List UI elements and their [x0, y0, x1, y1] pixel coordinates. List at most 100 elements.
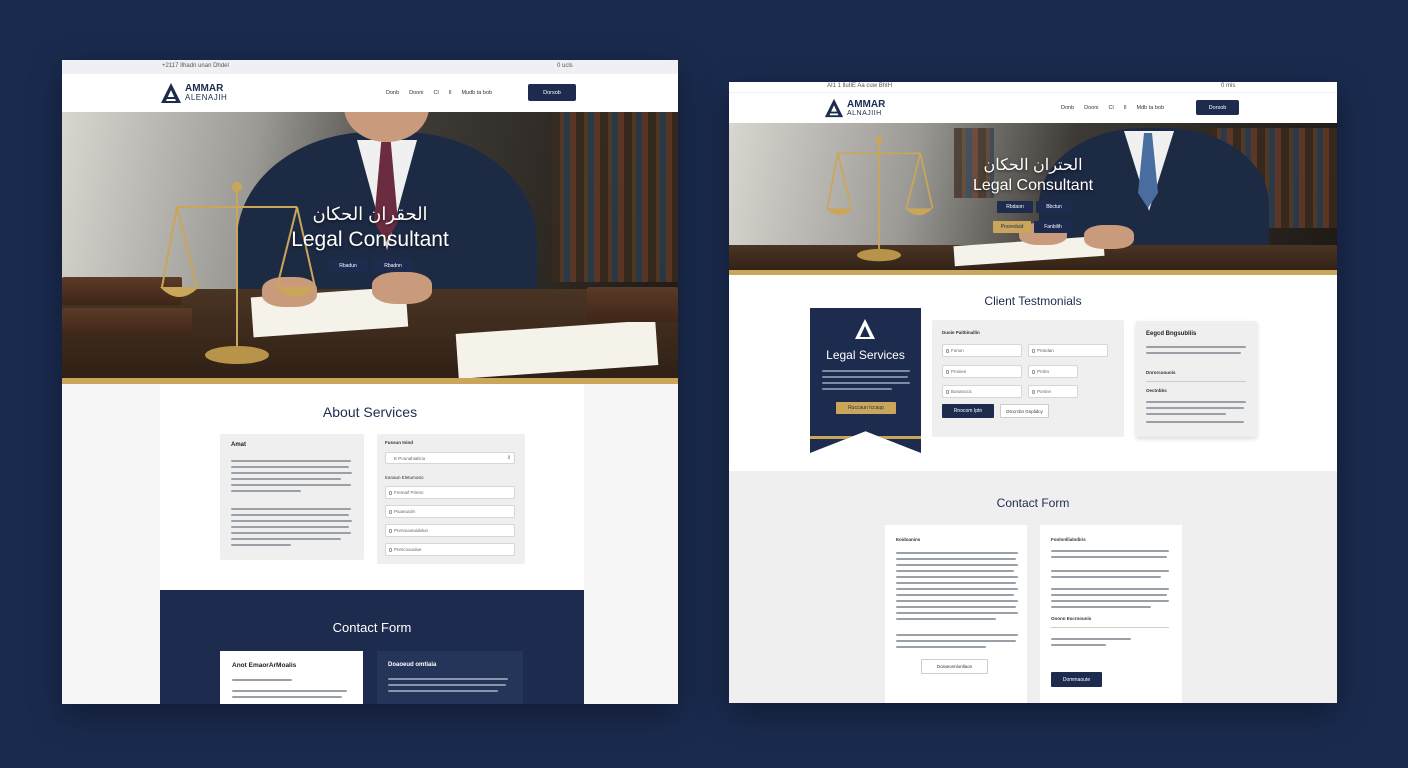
form-field[interactable]: Poninn — [1028, 385, 1078, 398]
contact-submit-button[interactable]: Dommaoute — [1051, 672, 1102, 687]
contact-card-button[interactable]: Doraeonnlonllaon — [921, 659, 988, 674]
website-mockup-left: +2117 Ilhadn unan Dhdel 0 ucls AMMAR ALE… — [62, 60, 678, 704]
hero-arabic-title: الحتران الحكان — [983, 157, 1083, 174]
contact-card-left: Anot EmaorArMoalis — [220, 651, 363, 704]
hero-button[interactable]: Rbdaon — [997, 201, 1033, 213]
field-icon — [389, 490, 392, 495]
topbar-right-text: 0 mis — [1221, 83, 1236, 89]
nav-cta-button[interactable]: Dorsob — [1196, 100, 1239, 115]
field-icon — [389, 528, 392, 533]
website-mockup-right: AI1 1 lluIIE Aa cuw BhIH 0 mis AMMAR ALN… — [729, 82, 1337, 703]
contact-section-title: Contact Form — [996, 496, 1070, 510]
field-icon — [1032, 348, 1035, 353]
topbar-right-text: 0 ucls — [557, 63, 573, 69]
hero-title: Legal Consultant — [291, 228, 449, 251]
hero-section: الحقران الحكان Legal Consultant Rbadun R… — [62, 112, 678, 384]
about-form-heading: Fussun Inind — [385, 440, 413, 445]
contact-card-right-heading: Doaoeud omtiaia — [388, 662, 437, 668]
banner-title: Legal Services — [826, 348, 905, 362]
contact-card-right-heading: Fonlnnllialndiris — [1051, 537, 1086, 542]
service-select[interactable]: E Pounahiatlcio ⇕ — [385, 452, 515, 464]
field-icon — [389, 547, 392, 552]
info-card-heading: Eegcd Bngsubliis — [1146, 331, 1197, 337]
hero-arabic-title: الحقران الحكان — [312, 204, 428, 224]
form-field[interactable]: Fonon — [942, 344, 1022, 357]
main-menu: Donb Dooni Cl Il Mudb ta bob — [386, 90, 492, 96]
logo-name-line2: ALENAJIH — [185, 93, 228, 102]
field-icon — [946, 348, 949, 353]
select-arrows-icon: ⇕ — [506, 455, 511, 461]
contact-section: Contact Form Anot EmaorArMoalis Doaoeud … — [160, 590, 584, 704]
menu-item[interactable]: Cl — [434, 90, 439, 96]
testimonial-info-card: Eegcd Bngsubliis Dnrorcuouois Oectnbbs — [1136, 321, 1257, 437]
hero-button-gold[interactable]: Pnoreduid — [993, 221, 1031, 233]
contact-card-right: Doaoeud omtiaia — [377, 651, 523, 704]
menu-item[interactable]: Donb — [386, 90, 399, 96]
form-field[interactable]: Prosien — [942, 365, 1022, 378]
hero-button[interactable]: Bbctun — [1036, 201, 1072, 213]
about-card-right: Fussun Inind E Pounahiatlcio ⇕ Eanaun El… — [377, 434, 525, 564]
navbar: AMMAR ALENAJIH Donb Dooni Cl Il Mudb ta … — [62, 74, 678, 112]
about-card-heading: Amat — [231, 442, 247, 448]
field-icon — [1032, 389, 1035, 394]
topbar-contact-text: AI1 1 lluIIE Aa cuw BhIH — [827, 83, 893, 89]
legal-services-banner: Legal Services Ruccaun Iccaup — [810, 308, 921, 453]
info-card-subheading: Dnrorcuouois — [1146, 370, 1176, 375]
top-info-bar: +2117 Ilhadn unan Dhdel 0 ucls — [62, 60, 678, 74]
field-icon — [946, 369, 949, 374]
contact-card-right: Fonlnnllialndiris Ooonn Escrnounis Domma… — [1040, 525, 1182, 703]
menu-item[interactable]: Dooni — [1084, 105, 1098, 111]
form-secondary-button[interactable]: Dtccrcbn Gnplidcy — [1000, 404, 1049, 418]
top-info-bar: AI1 1 lluIIE Aa cuw BhIH 0 mis — [729, 82, 1337, 92]
menu-item[interactable]: Il — [1124, 105, 1127, 111]
contact-card-left: Eoidoanins Doraeonnlonllaon — [885, 525, 1027, 703]
field-icon — [946, 389, 949, 394]
hero-button-secondary[interactable]: Rbadnn — [373, 259, 413, 272]
about-card-left: Amat — [220, 434, 364, 560]
menu-item[interactable]: Cl — [1109, 105, 1114, 111]
about-field[interactable]: Pnrnnuueuidelun — [385, 524, 515, 537]
navbar: AMMAR ALNAJIIH Donb Dooni Cl Il Mdb ta b… — [729, 92, 1337, 123]
hero-heading: الحقران الحكان Legal Consultant — [62, 204, 678, 252]
triangle-a-logo-icon — [824, 98, 844, 118]
site-logo[interactable]: AMMAR ALNAJIIH — [824, 98, 885, 118]
contact-card-heading: Anot EmaorArMoalis — [232, 662, 297, 669]
about-field[interactable]: Piuanuioln — [385, 505, 515, 518]
hero-button-primary[interactable]: Rbadun — [328, 259, 368, 272]
testimonials-title: Client Testmonials — [984, 294, 1082, 308]
contact-card-subheading: Ooonn Escrnounis — [1051, 616, 1092, 621]
hero-button[interactable]: Fanbilih — [1034, 221, 1072, 233]
menu-item[interactable]: Il — [449, 90, 452, 96]
field-icon — [1032, 369, 1035, 374]
testimonial-form-card: Duoie Paitbinallin Fonon Pntndan Prosien… — [932, 320, 1124, 437]
menu-item[interactable]: Dooni — [409, 90, 423, 96]
menu-item[interactable]: Mdb ta bob — [1136, 105, 1164, 111]
about-field[interactable]: Pnmcoouulue — [385, 543, 515, 556]
triangle-a-logo-icon — [855, 319, 875, 339]
about-section-title: About Services — [322, 404, 418, 420]
menu-item[interactable]: Donb — [1061, 105, 1074, 111]
form-field[interactable]: Bonanocic — [942, 385, 1022, 398]
nav-cta-button[interactable]: Dorsob — [528, 84, 576, 101]
form-heading: Duoie Paitbinallin — [942, 330, 980, 335]
menu-item[interactable]: Mudb ta bob — [461, 90, 492, 96]
logo-name-line1: AMMAR — [847, 98, 886, 110]
contact-section-title: Contact Form — [332, 620, 412, 635]
form-field[interactable]: Pntndan — [1028, 344, 1108, 357]
site-logo[interactable]: AMMAR ALENAJIH — [160, 82, 227, 104]
form-submit-button[interactable]: Rnocom Iptn — [942, 404, 994, 418]
hero-heading: الحتران الحكان Legal Consultant — [729, 155, 1337, 195]
about-form-subheading: Eanaun Eletumosic — [385, 475, 424, 480]
hero-title: Legal Consultant — [972, 177, 1094, 194]
banner-button[interactable]: Ruccaun Iccaup — [836, 402, 896, 414]
info-card-subheading: Oectnbbs — [1146, 388, 1167, 393]
scales-of-justice-icon — [826, 136, 934, 262]
form-field[interactable]: Prnbn — [1028, 365, 1078, 378]
hero-section: الحتران الحكان Legal Consultant Rbdaon B… — [729, 123, 1337, 275]
triangle-a-logo-icon — [161, 83, 181, 103]
field-icon — [389, 509, 392, 514]
main-menu: Donb Dooni Cl Il Mdb ta bob — [1061, 105, 1164, 111]
topbar-contact-text: +2117 Ilhadn unan Dhdel — [162, 63, 229, 69]
contact-card-heading: Eoidoanins — [896, 537, 921, 542]
about-field[interactable]: Fremaif Prienn — [385, 486, 515, 499]
